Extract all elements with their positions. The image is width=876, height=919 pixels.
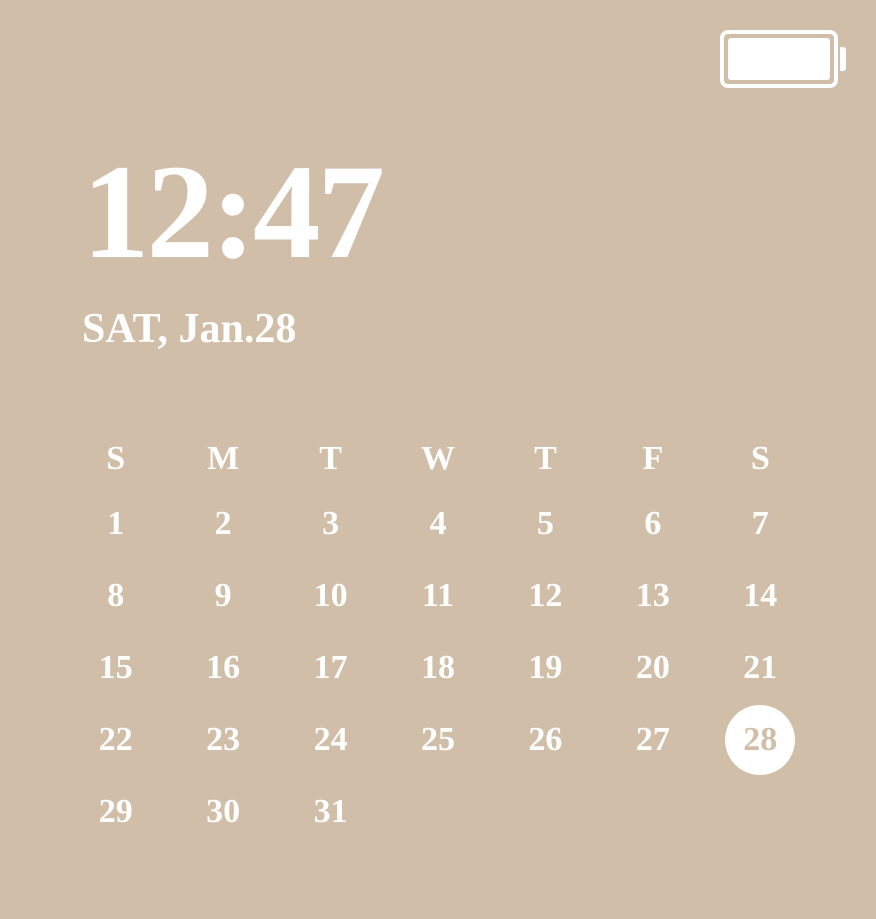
calendar-day-number: 1 (107, 505, 124, 542)
calendar-day-number: 13 (636, 577, 670, 614)
calendar-day-number: 20 (636, 649, 670, 686)
calendar-day-number: 2 (215, 505, 232, 542)
battery-body (720, 30, 838, 88)
calendar-day-number: 18 (421, 649, 455, 686)
weekday-label: S (707, 440, 814, 478)
weekday-label: T (492, 440, 599, 478)
weekday-label: W (384, 440, 491, 478)
calendar-cell[interactable]: 9 (169, 578, 276, 614)
calendar-cell[interactable]: 18 (384, 650, 491, 686)
calendar-day-number: 29 (99, 793, 133, 830)
calendar-cell[interactable]: 11 (384, 578, 491, 614)
calendar-cell[interactable]: 24 (277, 722, 384, 758)
weekday-label: M (169, 440, 276, 478)
weekday-label: T (277, 440, 384, 478)
battery-tip (840, 47, 846, 71)
calendar-day-number: 5 (537, 505, 554, 542)
calendar-cell[interactable]: 26 (492, 722, 599, 758)
clock-section: 12:47 SAT, Jan.28 (82, 145, 382, 353)
calendar-day-number: 31 (314, 793, 348, 830)
calendar-day-number: 17 (314, 649, 348, 686)
calendar-cell[interactable]: 10 (277, 578, 384, 614)
calendar-day-number: 21 (743, 649, 777, 686)
calendar-day-number: 25 (421, 721, 455, 758)
calendar-cell[interactable]: 13 (599, 578, 706, 614)
calendar-cell[interactable]: 25 (384, 722, 491, 758)
calendar-day-number: 6 (644, 505, 661, 542)
calendar-cell[interactable]: 12 (492, 578, 599, 614)
calendar-day-number: 4 (429, 505, 446, 542)
calendar-cell[interactable]: 14 (707, 578, 814, 614)
calendar-cell[interactable]: 15 (62, 650, 169, 686)
calendar-cell[interactable]: 30 (169, 794, 276, 830)
calendar-day-number: 7 (752, 505, 769, 542)
calendar-cell[interactable]: 4 (384, 506, 491, 542)
calendar-cell[interactable]: 2 (169, 506, 276, 542)
calendar-day-number: 30 (206, 793, 240, 830)
calendar: S M T W T F S 12345678910111213141516171… (62, 440, 814, 830)
calendar-header: S M T W T F S (62, 440, 814, 478)
calendar-cell[interactable]: 7 (707, 506, 814, 542)
battery-fill (728, 38, 830, 80)
calendar-cell[interactable]: 22 (62, 722, 169, 758)
calendar-body: 1234567891011121314151617181920212223242… (62, 506, 814, 830)
calendar-cell-today[interactable]: 28 (707, 722, 814, 758)
calendar-cell[interactable]: 20 (599, 650, 706, 686)
calendar-day-number: 19 (528, 649, 562, 686)
calendar-day-number: 3 (322, 505, 339, 542)
calendar-cell[interactable]: 6 (599, 506, 706, 542)
clock-date: SAT, Jan.28 (82, 305, 382, 353)
calendar-cell[interactable]: 27 (599, 722, 706, 758)
calendar-cell[interactable]: 5 (492, 506, 599, 542)
calendar-day-number: 10 (314, 577, 348, 614)
calendar-cell[interactable]: 21 (707, 650, 814, 686)
calendar-day-number: 11 (422, 577, 454, 614)
calendar-cell[interactable]: 23 (169, 722, 276, 758)
calendar-cell[interactable]: 29 (62, 794, 169, 830)
calendar-day-number: 23 (206, 721, 240, 758)
calendar-day-number: 22 (99, 721, 133, 758)
calendar-cell[interactable]: 31 (277, 794, 384, 830)
calendar-cell[interactable]: 17 (277, 650, 384, 686)
calendar-cell[interactable]: 19 (492, 650, 599, 686)
weekday-label: F (599, 440, 706, 478)
calendar-day-number: 24 (314, 721, 348, 758)
calendar-day-number: 27 (636, 721, 670, 758)
battery-indicator (720, 30, 846, 88)
clock-time: 12:47 (82, 145, 382, 280)
calendar-day-number: 9 (215, 577, 232, 614)
weekday-label: S (62, 440, 169, 478)
calendar-cell[interactable]: 16 (169, 650, 276, 686)
calendar-day-number: 12 (528, 577, 562, 614)
calendar-day-number: 15 (99, 649, 133, 686)
calendar-cell[interactable]: 8 (62, 578, 169, 614)
calendar-cell[interactable]: 1 (62, 506, 169, 542)
calendar-cell[interactable]: 3 (277, 506, 384, 542)
calendar-day-number: 26 (528, 721, 562, 758)
calendar-day-number: 16 (206, 649, 240, 686)
calendar-day-number: 14 (743, 577, 777, 614)
calendar-day-number: 28 (743, 721, 777, 758)
calendar-day-number: 8 (107, 577, 124, 614)
